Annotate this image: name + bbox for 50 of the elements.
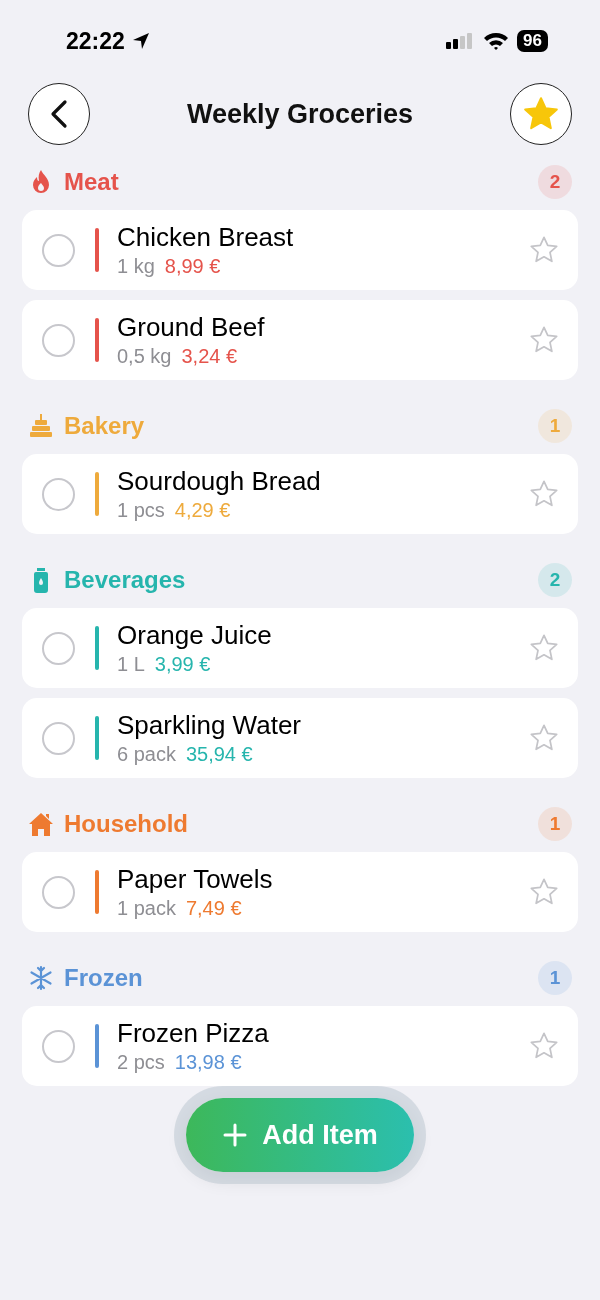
- item-price: 3,99 €: [154, 652, 211, 677]
- item-price: 8,99 €: [164, 254, 221, 279]
- count-badge: 2: [538, 563, 572, 597]
- checkbox[interactable]: [42, 721, 75, 755]
- category-title: Meat: [64, 168, 119, 196]
- count-badge: 1: [538, 807, 572, 841]
- item-quantity: 0,5 kg: [117, 344, 172, 369]
- wifi-icon: [483, 31, 510, 51]
- item-name: Ground Beef: [117, 311, 266, 343]
- page-title: Weekly Groceries: [186, 98, 414, 130]
- item-name: Frozen Pizza: [117, 1017, 270, 1049]
- checkbox[interactable]: [42, 631, 75, 665]
- item-name: Sourdough Bread: [117, 465, 322, 497]
- item-name: Chicken Breast: [117, 221, 295, 253]
- item-price: 35,94 €: [185, 742, 253, 767]
- item-quantity: 6 pack: [117, 742, 176, 767]
- item-price: 7,49 €: [185, 896, 242, 921]
- item-price: 3,24 €: [181, 344, 238, 369]
- count-badge: 2: [538, 165, 572, 199]
- item-card[interactable]: Sourdough Bread 1 pcs 4,29 €: [22, 454, 578, 534]
- category-title: Bakery: [64, 412, 145, 440]
- checkbox[interactable]: [42, 477, 75, 511]
- item-card[interactable]: Sparkling Water 6 pack 35,94 €: [22, 698, 578, 778]
- item-card[interactable]: Orange Juice 1 L 3,99 €: [22, 608, 578, 688]
- item-name: Sparkling Water: [117, 709, 302, 741]
- item-quantity: 1 pcs: [117, 498, 165, 523]
- item-name: Paper Towels: [117, 863, 274, 895]
- item-price: 4,29 €: [174, 498, 231, 523]
- checkbox[interactable]: [42, 323, 75, 357]
- category-title: Frozen: [64, 964, 143, 992]
- item-price: 13,98 €: [174, 1050, 242, 1075]
- item-quantity: 2 pcs: [117, 1050, 165, 1075]
- checkbox[interactable]: [42, 875, 75, 909]
- category-title: Household: [64, 810, 188, 838]
- battery-indicator: 96: [517, 30, 548, 52]
- item-quantity: 1 pack: [117, 896, 176, 921]
- status-time: 22:22: [66, 27, 125, 55]
- item-name: Orange Juice: [117, 619, 273, 651]
- count-badge: 1: [538, 409, 572, 443]
- checkbox[interactable]: [42, 1029, 75, 1063]
- item-card[interactable]: Frozen Pizza 2 pcs 13,98 €: [22, 1006, 578, 1086]
- count-badge: 1: [538, 961, 572, 995]
- checkbox[interactable]: [42, 233, 75, 267]
- plus-icon[interactable]: [222, 1122, 249, 1148]
- item-card[interactable]: Paper Towels 1 pack 7,49 €: [22, 852, 578, 932]
- item-card[interactable]: Chicken Breast 1 kg 8,99 €: [22, 210, 578, 290]
- item-quantity: 1 kg: [117, 254, 155, 279]
- item-quantity: 1 L: [117, 652, 145, 677]
- category-title: Beverages: [64, 566, 186, 594]
- item-card[interactable]: Ground Beef 0,5 kg 3,24 €: [22, 300, 578, 380]
